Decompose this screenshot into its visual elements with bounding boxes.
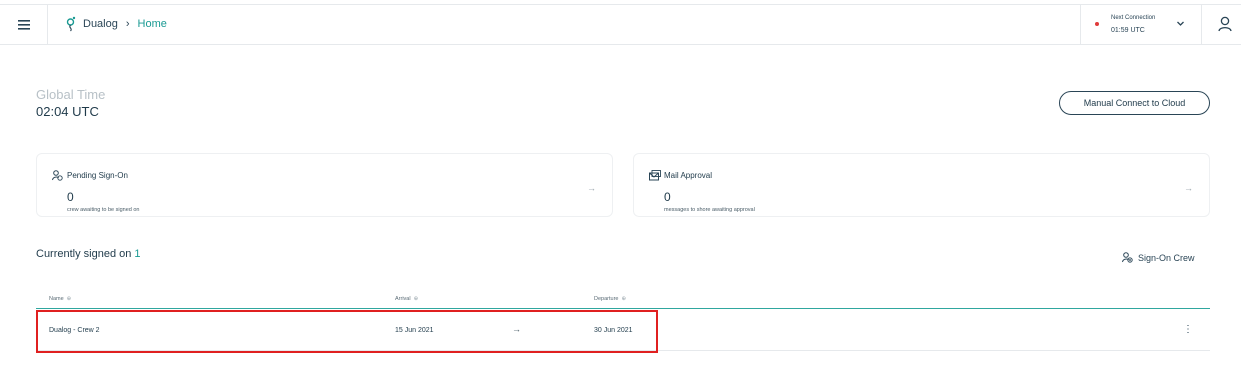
user-pending-icon <box>52 170 63 181</box>
top-bar: Dualog › Home Next Connection 01:59 UTC <box>0 4 1241 45</box>
breadcrumb: Dualog › Home <box>66 16 167 32</box>
connection-status-dot <box>1095 22 1099 26</box>
breadcrumb-home[interactable]: Home <box>138 18 167 30</box>
mail-icon <box>649 170 661 181</box>
add-user-icon <box>1122 252 1133 263</box>
next-connection-panel[interactable]: Next Connection 01:59 UTC <box>1080 5 1202 45</box>
table-header-divider <box>36 308 1210 309</box>
global-time-value: 02:04 UTC <box>36 104 99 119</box>
card-title: Pending Sign-On <box>67 171 128 180</box>
currently-signed-on-heading: Currently signed on 1 <box>36 248 141 260</box>
card-count: 0 <box>664 190 671 204</box>
sign-on-crew-label: Sign-On Crew <box>1138 252 1195 263</box>
app-name[interactable]: Dualog <box>83 18 118 30</box>
section-title: Currently signed on <box>36 248 132 260</box>
table-row[interactable]: Dualog - Crew 2 15 Jun 2021 → 30 Jun 202… <box>36 310 1210 351</box>
arrow-right-icon[interactable]: → <box>587 183 596 193</box>
chevron-down-icon[interactable] <box>1176 19 1185 28</box>
breadcrumb-separator: › <box>125 18 130 30</box>
next-connection-label: Next Connection <box>1111 15 1156 21</box>
column-label: Arrival <box>395 296 411 302</box>
more-options-icon[interactable]: ⋮ <box>1183 324 1193 335</box>
arrow-right-icon: → <box>512 324 521 334</box>
user-icon[interactable] <box>1218 16 1232 32</box>
card-title: Mail Approval <box>664 171 713 180</box>
sign-on-crew-button[interactable]: Sign-On Crew <box>1122 252 1195 263</box>
card-subtitle: messages to shore awaiting approval <box>664 207 755 213</box>
global-time-label: Global Time <box>36 87 106 102</box>
pending-sign-on-card[interactable]: Pending Sign-On 0 crew awaiting to be si… <box>36 153 613 217</box>
card-subtitle: crew awaiting to be signed on <box>67 207 140 213</box>
sort-icon: ⊕ <box>66 296 72 302</box>
menu-button[interactable] <box>0 5 48 45</box>
manual-connect-button[interactable]: Manual Connect to Cloud <box>1059 91 1210 115</box>
sort-icon: ⊕ <box>621 296 627 302</box>
departure-date: 30 Jun 2021 <box>594 327 633 334</box>
column-header-arrival[interactable]: Arrival ⊕ <box>395 296 418 302</box>
column-header-name[interactable]: Name ⊕ <box>49 296 71 302</box>
column-label: Name <box>49 296 64 302</box>
crew-name: Dualog - Crew 2 <box>49 327 100 334</box>
card-count: 0 <box>67 190 74 204</box>
arrow-right-icon[interactable]: → <box>1184 183 1193 193</box>
hamburger-icon <box>17 20 30 30</box>
arrival-date: 15 Jun 2021 <box>395 327 434 334</box>
mail-approval-card[interactable]: Mail Approval 0 messages to shore awaiti… <box>633 153 1210 217</box>
sort-icon: ⊕ <box>413 296 419 302</box>
column-label: Departure <box>594 296 619 302</box>
signed-on-count: 1 <box>134 248 141 260</box>
next-connection-time: 01:59 UTC <box>1111 27 1145 34</box>
column-header-departure[interactable]: Departure ⊕ <box>594 296 626 302</box>
dualog-logo-icon <box>66 16 76 32</box>
